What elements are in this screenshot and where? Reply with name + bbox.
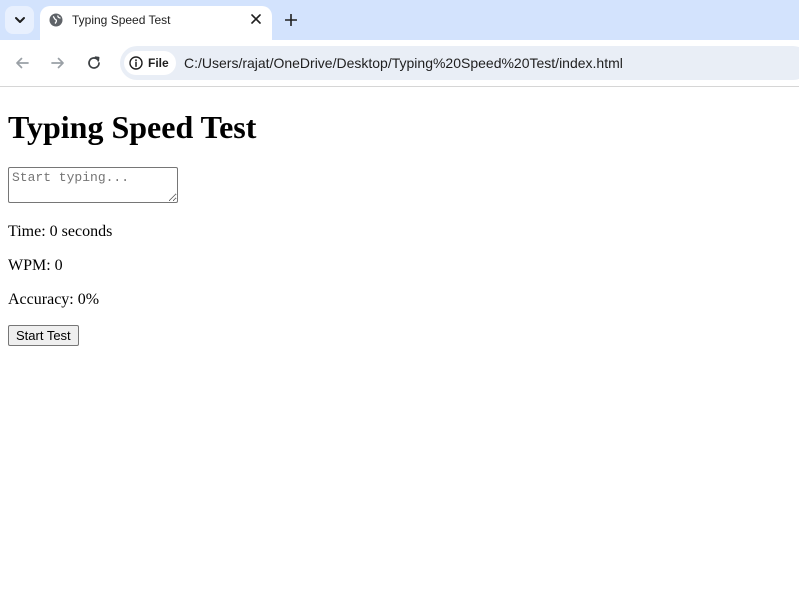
typing-input[interactable] xyxy=(8,167,178,203)
browser-toolbar: File C:/Users/rajat/OneDrive/Desktop/Typ… xyxy=(0,40,799,87)
page-content: Typing Speed Test Time: 0 seconds WPM: 0… xyxy=(0,87,799,604)
accuracy-display: Accuracy: 0% xyxy=(8,291,100,308)
info-icon xyxy=(129,56,143,70)
reload-button[interactable] xyxy=(84,53,104,73)
browser-tab[interactable]: Typing Speed Test xyxy=(40,6,272,40)
plus-icon xyxy=(285,14,297,26)
reload-icon xyxy=(88,56,100,69)
arrow-left-icon xyxy=(16,57,29,69)
wpm-display: WPM: 0 xyxy=(8,257,63,274)
page-title: Typing Speed Test xyxy=(8,109,257,145)
globe-icon xyxy=(49,13,63,27)
tab-search-button[interactable] xyxy=(5,6,34,34)
start-test-button[interactable]: Start Test xyxy=(8,325,79,346)
back-button[interactable] xyxy=(12,53,32,73)
close-tab-button[interactable] xyxy=(248,11,264,27)
site-info-label: File xyxy=(148,56,169,70)
arrow-right-icon xyxy=(51,57,64,69)
chevron-down-icon xyxy=(14,17,25,23)
new-tab-button[interactable] xyxy=(281,10,301,30)
address-bar[interactable]: File C:/Users/rajat/OneDrive/Desktop/Typ… xyxy=(120,46,799,80)
close-icon xyxy=(251,14,261,24)
tab-title: Typing Speed Test xyxy=(72,13,171,27)
site-info-chip[interactable]: File xyxy=(124,51,176,75)
url-text[interactable]: C:/Users/rajat/OneDrive/Desktop/Typing%2… xyxy=(184,54,623,72)
forward-button[interactable] xyxy=(48,53,68,73)
time-display: Time: 0 seconds xyxy=(8,223,113,240)
tab-strip: Typing Speed Test xyxy=(0,0,799,40)
